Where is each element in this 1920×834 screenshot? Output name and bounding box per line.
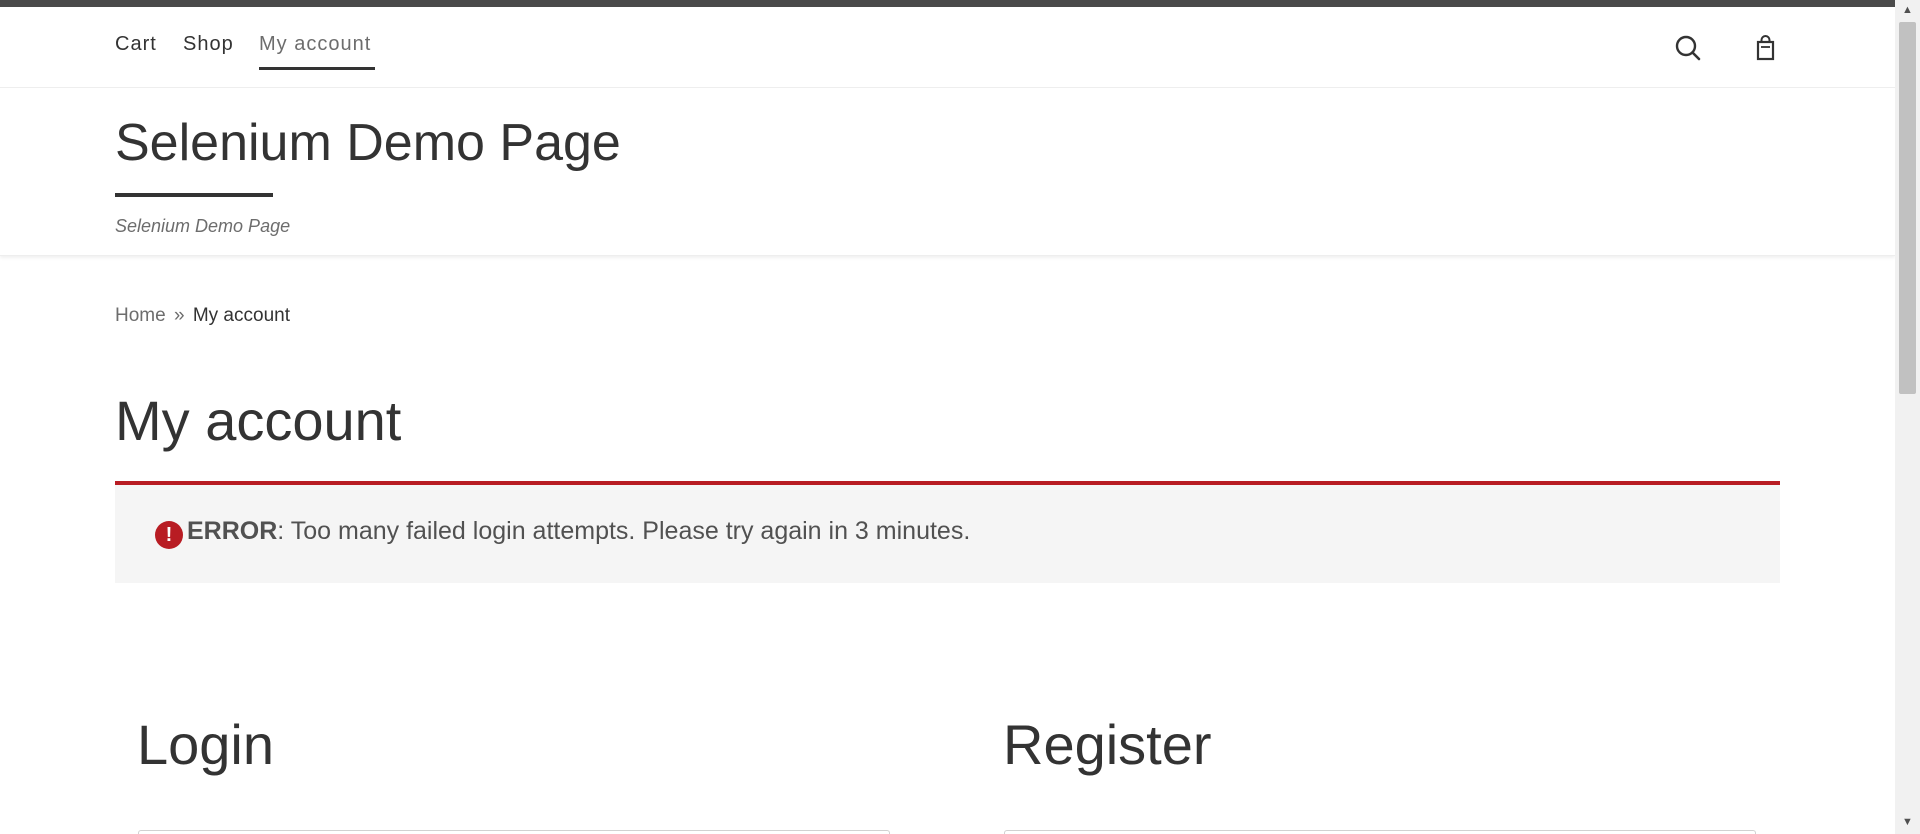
page-title: My account — [115, 389, 402, 452]
error-notice: ! ERROR: Too many failed login attempts.… — [115, 481, 1780, 583]
site-branding: Selenium Demo Page Selenium Demo Page — [0, 88, 1895, 256]
login-form — [138, 830, 890, 834]
breadcrumb-current: My account — [192, 305, 290, 326]
search-icon[interactable] — [1673, 33, 1703, 63]
shopping-bag-icon[interactable] — [1750, 33, 1780, 63]
breadcrumb-separator: » — [173, 305, 185, 326]
site-title[interactable]: Selenium Demo Page — [115, 113, 621, 173]
scroll-up-arrow[interactable]: ▲ — [1895, 0, 1920, 20]
nav-item-cart[interactable]: Cart — [115, 33, 157, 56]
register-form — [1004, 830, 1756, 834]
scroll-down-arrow[interactable]: ▼ — [1895, 812, 1920, 832]
nav-item-shop[interactable]: Shop — [183, 33, 234, 56]
primary-navigation: Cart Shop My account — [0, 7, 1895, 88]
register-heading: Register — [1003, 713, 1212, 776]
login-heading: Login — [137, 713, 275, 776]
error-icon: ! — [155, 521, 183, 549]
error-message-text: : Too many failed login attempts. Please… — [277, 517, 971, 545]
breadcrumb-home-link[interactable]: Home — [115, 305, 166, 326]
error-label: ERROR — [187, 517, 278, 545]
error-message: ERROR: Too many failed login attempts. P… — [187, 517, 970, 546]
breadcrumb: Home » My account — [115, 305, 290, 327]
top-border — [0, 0, 1895, 7]
nav-item-my-account[interactable]: My account — [259, 33, 371, 56]
active-nav-underline — [259, 67, 375, 70]
site-tagline: Selenium Demo Page — [115, 216, 291, 236]
title-underline — [115, 193, 273, 197]
scroll-thumb[interactable] — [1899, 22, 1916, 394]
vertical-scrollbar[interactable]: ▲ ▼ — [1895, 0, 1920, 834]
